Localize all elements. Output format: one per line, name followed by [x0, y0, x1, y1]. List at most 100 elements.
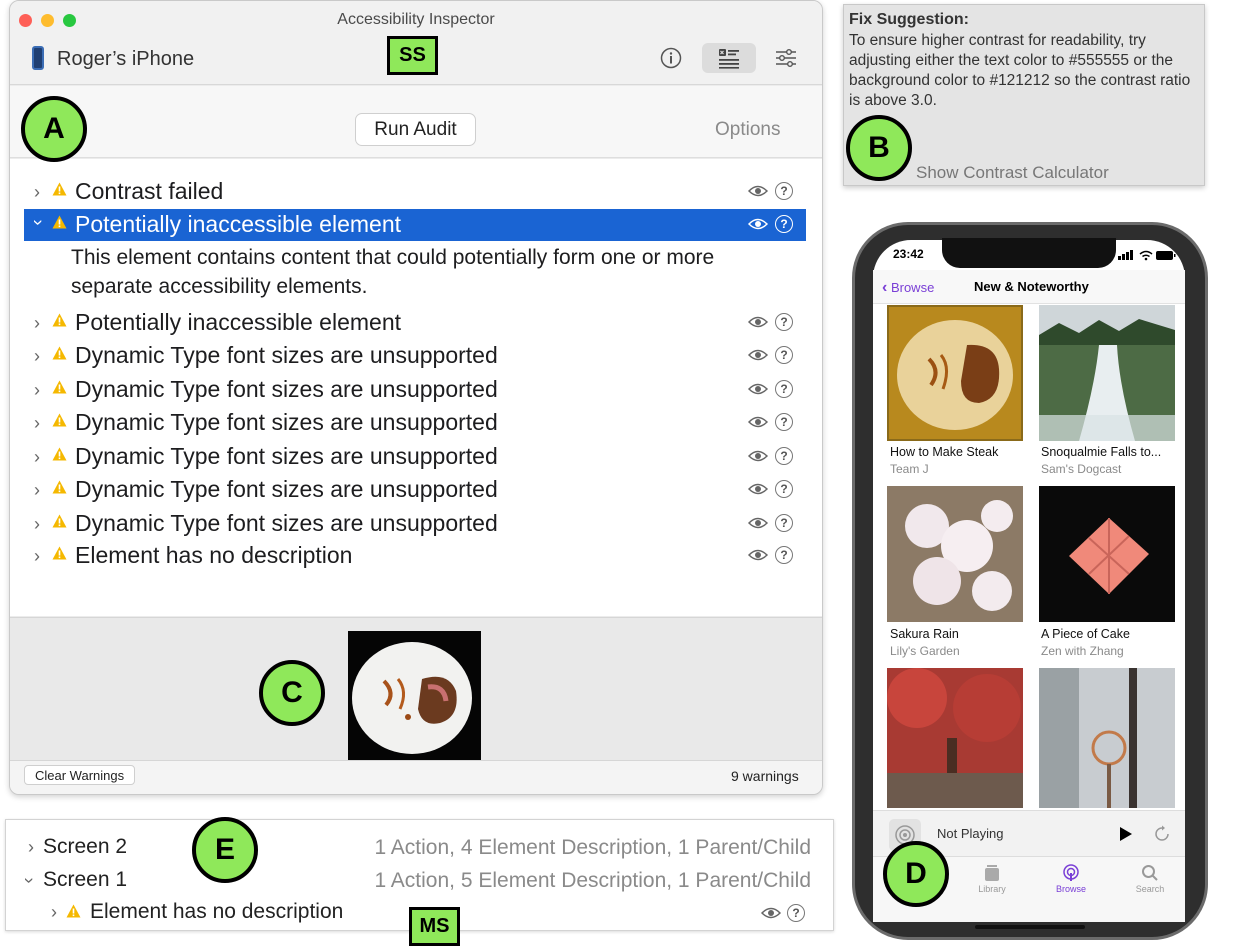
help-icon[interactable]: ?	[775, 480, 793, 498]
podcast-tile-image[interactable]	[1039, 305, 1175, 441]
iphone-notch	[942, 238, 1116, 268]
window-title: Accessibility Inspector	[337, 11, 495, 28]
warning-icon	[52, 215, 67, 229]
screen-name: Screen 1	[43, 868, 128, 891]
target-device-selector[interactable]: Roger’s iPhone	[57, 48, 194, 71]
cake-image	[1039, 486, 1175, 622]
chevron-down-icon[interactable]: ›	[28, 220, 49, 232]
red-tree-image	[887, 668, 1023, 808]
clear-warnings-button[interactable]: Clear Warnings	[24, 765, 136, 785]
show-contrast-calculator-link[interactable]: Show Contrast Calculator	[916, 163, 1109, 183]
tab-search[interactable]: Search	[1120, 864, 1180, 894]
help-icon[interactable]: ?	[787, 904, 805, 922]
chevron-right-icon[interactable]: ›	[34, 514, 46, 535]
chevron-right-icon[interactable]: ›	[51, 902, 57, 923]
issue-row-selected[interactable]: › Potentially inaccessible element ?	[24, 209, 806, 241]
screen-row[interactable]: › Screen 2 1 Action, 4 Element Descripti…	[6, 832, 833, 864]
chevron-down-icon[interactable]: ›	[19, 878, 40, 884]
warning-icon	[66, 904, 81, 918]
snowy-window-image	[1039, 668, 1175, 808]
issue-row[interactable]: › Dynamic Type font sizes are unsupporte…	[24, 441, 806, 473]
eye-icon[interactable]	[748, 184, 768, 198]
eye-icon[interactable]	[748, 315, 768, 329]
steak-image	[889, 307, 1021, 439]
issue-label: Dynamic Type font sizes are unsupported	[75, 510, 498, 536]
help-icon[interactable]: ?	[775, 215, 793, 233]
tab-label: Library	[978, 884, 1006, 894]
chevron-right-icon[interactable]: ›	[34, 380, 46, 401]
settings-button[interactable]	[770, 43, 802, 73]
eye-icon[interactable]	[748, 415, 768, 429]
podcast-tile-image[interactable]	[1039, 668, 1175, 808]
play-icon[interactable]	[1119, 826, 1133, 842]
issue-row[interactable]: › Dynamic Type font sizes are unsupporte…	[24, 407, 806, 439]
help-icon[interactable]: ?	[775, 380, 793, 398]
home-indicator	[975, 925, 1085, 929]
callout-d: D	[883, 841, 949, 907]
eye-icon[interactable]	[761, 906, 781, 920]
podcast-tile-image[interactable]	[887, 668, 1023, 808]
steak-plate-image	[348, 631, 481, 761]
warning-icon	[52, 546, 67, 560]
eye-icon[interactable]	[748, 516, 768, 530]
issue-row[interactable]: › Dynamic Type font sizes are unsupporte…	[24, 374, 806, 406]
warning-count: 9 warnings	[731, 768, 799, 784]
podcast-tile-image[interactable]	[1039, 486, 1175, 622]
chevron-right-icon[interactable]: ›	[34, 413, 46, 434]
chevron-right-icon[interactable]: ›	[34, 546, 46, 567]
podcast-title: Snoqualmie Falls to...	[1041, 445, 1162, 459]
tab-library[interactable]: Library	[962, 864, 1022, 894]
issue-row[interactable]: › Element has no description ?	[24, 540, 806, 572]
podcast-tile-image[interactable]	[887, 486, 1023, 622]
screen-name: Screen 2	[43, 835, 128, 858]
podcast-author: Sam's Dogcast	[1041, 462, 1122, 476]
issue-label: Dynamic Type font sizes are unsupported	[75, 376, 498, 402]
info-button[interactable]	[655, 43, 687, 73]
help-icon[interactable]: ?	[775, 413, 793, 431]
issue-description: This element contains content that could…	[71, 246, 715, 298]
screen-row[interactable]: › Screen 1 1 Action, 5 Element Descripti…	[6, 865, 833, 897]
back-button[interactable]: ‹ Browse	[882, 279, 934, 297]
issue-label: Dynamic Type font sizes are unsupported	[75, 443, 498, 469]
run-audit-button[interactable]: Run Audit	[355, 113, 476, 146]
eye-icon[interactable]	[748, 482, 768, 496]
chevron-right-icon[interactable]: ›	[34, 346, 46, 367]
podcasts-icon	[1063, 864, 1079, 881]
chevron-right-icon[interactable]: ›	[28, 837, 34, 858]
help-icon[interactable]: ?	[775, 346, 793, 364]
chevron-right-icon[interactable]: ›	[34, 313, 46, 334]
options-button[interactable]: Options	[715, 119, 780, 141]
warning-icon	[52, 313, 67, 327]
audit-button[interactable]	[702, 43, 756, 73]
eye-icon[interactable]	[748, 449, 768, 463]
eye-icon[interactable]	[748, 348, 768, 362]
issue-label: Dynamic Type font sizes are unsupported	[75, 476, 498, 502]
help-icon[interactable]: ?	[775, 182, 793, 200]
chevron-right-icon[interactable]: ›	[34, 447, 46, 468]
help-icon[interactable]: ?	[775, 514, 793, 532]
warning-icon	[52, 380, 67, 394]
fix-suggestion-text: To ensure higher contrast for readabilit…	[849, 32, 1191, 109]
issue-row[interactable]: › Dynamic Type font sizes are unsupporte…	[24, 474, 806, 506]
sliders-icon	[776, 49, 796, 67]
issue-row[interactable]: › Potentially inaccessible element ?	[24, 307, 806, 339]
issue-label: Dynamic Type font sizes are unsupported	[75, 409, 498, 435]
tab-browse[interactable]: Browse	[1041, 864, 1101, 894]
issue-row[interactable]: › Contrast failed ?	[24, 176, 806, 208]
issue-row[interactable]: › Dynamic Type font sizes are unsupporte…	[24, 340, 806, 372]
issue-label: Dynamic Type font sizes are unsupported	[75, 342, 498, 368]
issue-row[interactable]: › Dynamic Type font sizes are unsupporte…	[24, 508, 806, 540]
screen-summary: 1 Action, 4 Element Description, 1 Paren…	[374, 836, 811, 859]
eye-icon[interactable]	[748, 548, 768, 562]
podcast-tile-image[interactable]	[887, 305, 1023, 441]
issue-label: Element has no description	[90, 900, 344, 923]
eye-icon[interactable]	[748, 217, 768, 231]
skip-forward-icon[interactable]	[1153, 825, 1171, 843]
chevron-right-icon[interactable]: ›	[34, 182, 46, 203]
help-icon[interactable]: ?	[775, 313, 793, 331]
chevron-right-icon[interactable]: ›	[34, 480, 46, 501]
help-icon[interactable]: ?	[775, 447, 793, 465]
eye-icon[interactable]	[748, 382, 768, 396]
help-icon[interactable]: ?	[775, 546, 793, 564]
issue-label: Contrast failed	[75, 178, 224, 204]
